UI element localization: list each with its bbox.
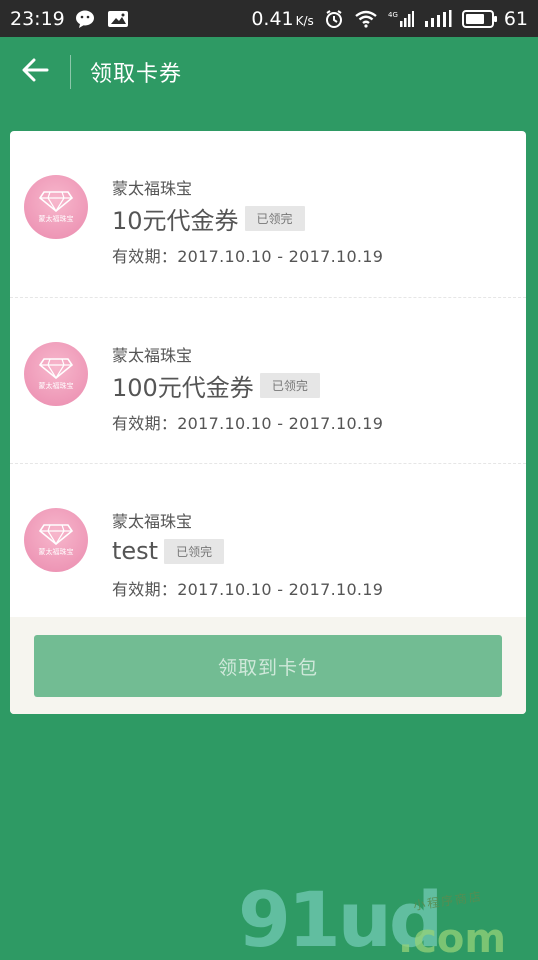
wifi-icon xyxy=(354,10,378,28)
image-icon xyxy=(107,10,129,28)
back-button[interactable] xyxy=(0,37,70,107)
diamond-icon xyxy=(38,191,74,212)
battery-icon xyxy=(461,9,497,28)
coupon-panel: 蒙太福珠宝 蒙太福珠宝 10元代金券 已领完 有效期：2017.10.10 - … xyxy=(10,131,526,714)
coupon-item[interactable]: 蒙太福珠宝 蒙太福珠宝 10元代金券 已领完 有效期：2017.10.10 - … xyxy=(10,131,526,297)
logo-text: 蒙太福珠宝 xyxy=(38,215,74,223)
validity-period: 有效期：2017.10.10 - 2017.10.19 xyxy=(112,580,384,599)
svg-text:4G: 4G xyxy=(388,11,398,19)
status-time: 23:19 xyxy=(10,7,65,30)
validity-period: 有效期：2017.10.10 - 2017.10.19 xyxy=(112,247,384,266)
coupon-item[interactable]: 蒙太福珠宝 蒙太福珠宝 100元代金券 已领完 有效期：2017.10.10 -… xyxy=(10,297,526,463)
page-title: 领取卡券 xyxy=(90,62,183,87)
signal-4g-icon: 4G xyxy=(388,10,414,28)
header-divider xyxy=(70,55,71,89)
merchant-logo: 蒙太福珠宝 xyxy=(24,175,88,239)
signal-icon xyxy=(424,9,452,28)
alarm-icon xyxy=(324,9,344,29)
arrow-left-icon xyxy=(21,58,49,86)
merchant-logo: 蒙太福珠宝 xyxy=(24,342,88,406)
diamond-icon xyxy=(38,524,74,545)
status-badge: 已领完 xyxy=(259,372,320,398)
diamond-icon xyxy=(38,358,74,379)
network-speed: 0.41 K/s xyxy=(251,7,314,30)
watermark-domain: .com xyxy=(398,916,507,960)
merchant-name: 蒙太福珠宝 xyxy=(112,179,193,198)
merchant-name: 蒙太福珠宝 xyxy=(112,512,193,531)
coupon-title: 100元代金券 xyxy=(112,373,254,402)
logo-text: 蒙太福珠宝 xyxy=(38,382,74,390)
logo-text: 蒙太福珠宝 xyxy=(38,548,74,556)
coupon-info: 蒙太福珠宝 test 已领完 有效期：2017.10.10 - 2017.10.… xyxy=(112,508,383,600)
coupon-title: 10元代金券 xyxy=(112,206,239,235)
coupon-item[interactable]: 蒙太福珠宝 蒙太福珠宝 test 已领完 有效期：2017.10.10 - 20… xyxy=(10,463,526,617)
validity-period: 有效期：2017.10.10 - 2017.10.19 xyxy=(112,414,384,433)
coupon-info: 蒙太福珠宝 100元代金券 已领完 有效期：2017.10.10 - 2017.… xyxy=(112,342,383,434)
app-header: 领取卡券 xyxy=(0,37,538,107)
merchant-logo: 蒙太福珠宝 xyxy=(24,508,88,572)
status-badge: 已领完 xyxy=(164,538,225,564)
status-badge: 已领完 xyxy=(244,205,305,231)
wechat-icon xyxy=(75,9,97,29)
merchant-name: 蒙太福珠宝 xyxy=(112,346,193,365)
claim-to-wallet-button[interactable]: 领取到卡包 xyxy=(34,635,502,697)
battery-level: 61 xyxy=(503,7,528,30)
coupon-title: test xyxy=(112,537,159,565)
panel-footer: 领取到卡包 xyxy=(10,617,526,714)
coupon-list[interactable]: 蒙太福珠宝 蒙太福珠宝 10元代金券 已领完 有效期：2017.10.10 - … xyxy=(10,131,526,617)
coupon-info: 蒙太福珠宝 10元代金券 已领完 有效期：2017.10.10 - 2017.1… xyxy=(112,175,383,267)
status-bar: 23:19 0.41 K/s 4G 61 xyxy=(0,0,538,37)
watermark: 91ud 小程序商店 .com xyxy=(238,880,528,960)
